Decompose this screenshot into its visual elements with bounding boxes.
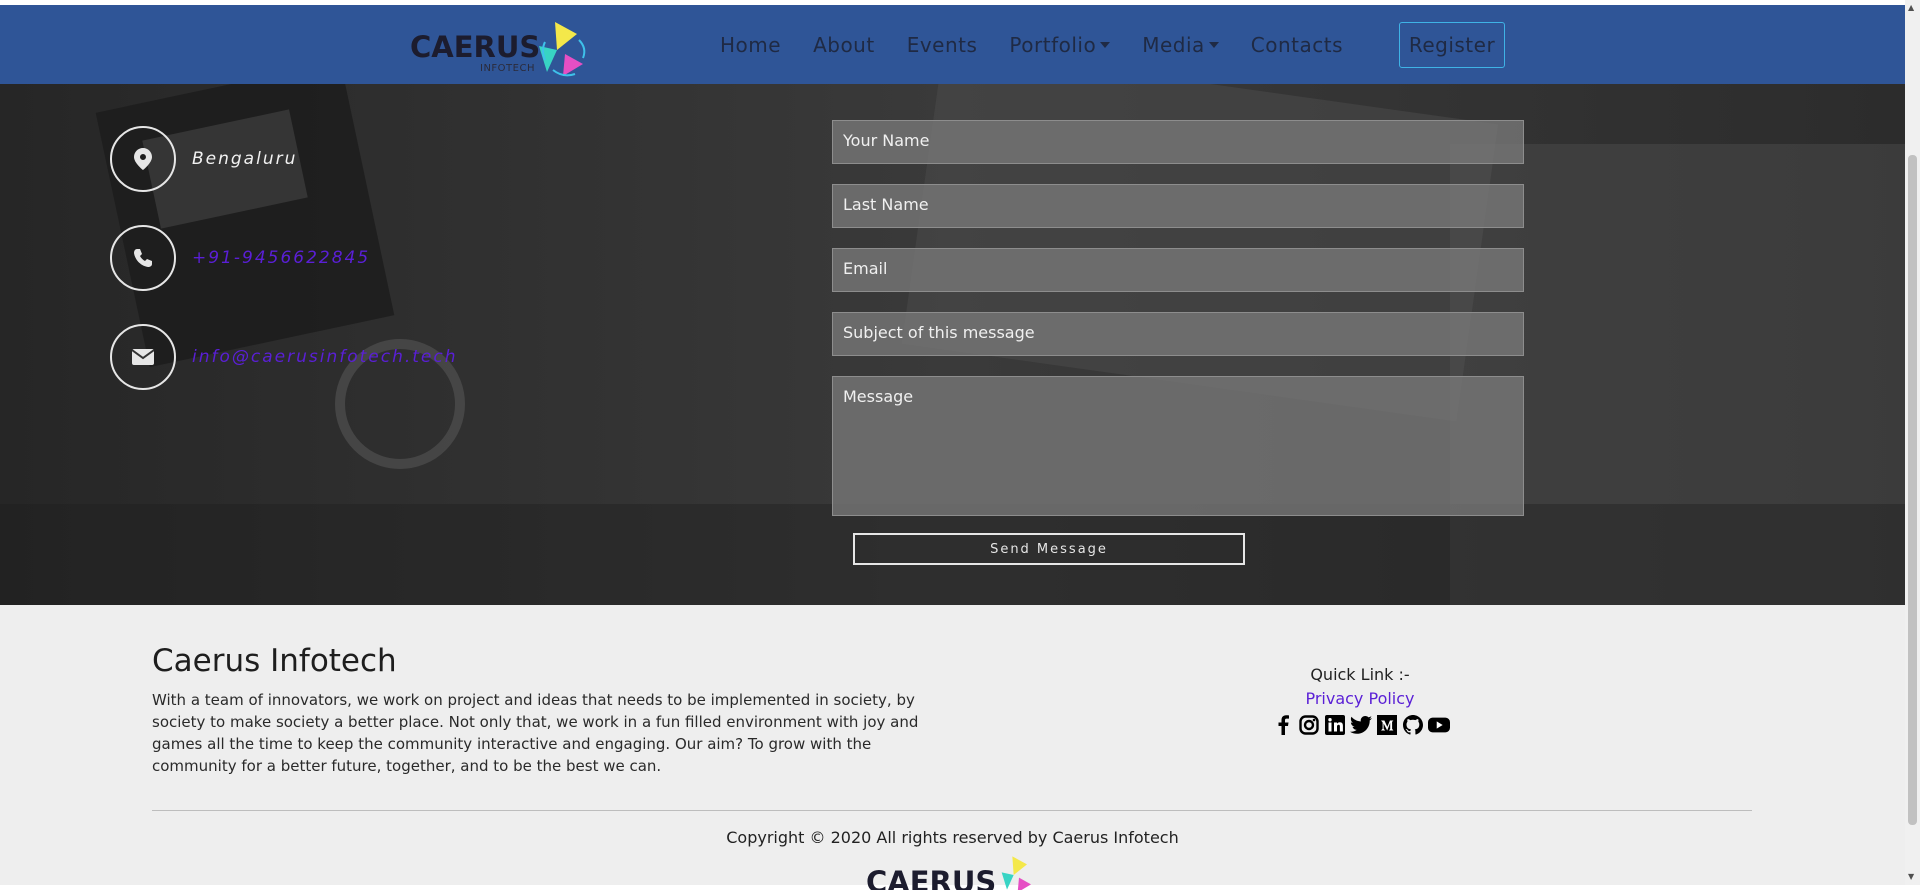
nav-contacts-label: Contacts — [1250, 32, 1344, 57]
youtube-icon[interactable] — [1428, 714, 1450, 736]
footer-description: With a team of innovators, we work on pr… — [152, 691, 919, 775]
page-scrollbar[interactable]: ▲ ▼ — [1905, 0, 1920, 885]
quick-link-label: Quick Link :- — [1310, 665, 1410, 684]
footer-divider — [152, 810, 1752, 811]
instagram-icon[interactable] — [1298, 714, 1320, 736]
email-circle — [110, 324, 176, 390]
brand-sub: INFOTECH — [480, 63, 535, 74]
privacy-policy-link[interactable]: Privacy Policy — [1260, 689, 1460, 708]
location-text: Bengaluru — [192, 149, 298, 169]
send-message-button[interactable]: Send Message — [853, 533, 1245, 565]
phone-circle — [110, 225, 176, 291]
location-circle — [110, 126, 176, 192]
scroll-up-arrow-icon[interactable]: ▲ — [1908, 3, 1914, 12]
nav-portfolio-label: Portfolio — [1009, 32, 1097, 57]
phone-link[interactable]: +91-9456622845 — [192, 248, 370, 268]
nav-home-label: Home — [720, 32, 782, 57]
scrollbar-thumb[interactable] — [1908, 155, 1917, 825]
nav-portfolio-dropdown[interactable]: Portfolio — [1009, 32, 1111, 57]
copyright-text: Copyright © 2020 All rights reserved by … — [726, 828, 1179, 847]
email-link[interactable]: info@caerusinfotech.tech — [192, 347, 458, 367]
navbar: CAERUS INFOTECH Home About Events Portfo… — [0, 5, 1905, 84]
phone-info: +91-9456622845 — [110, 225, 370, 291]
main-nav: Home About Events Portfolio Media Contac… — [720, 5, 1375, 84]
github-icon[interactable] — [1402, 714, 1424, 736]
first-name-field[interactable]: Your Name — [832, 120, 1524, 164]
linkedin-icon[interactable] — [1324, 714, 1346, 736]
nav-about[interactable]: About — [813, 33, 875, 57]
nav-about-label: About — [813, 32, 875, 57]
footer-brand-name: CAERUS — [866, 865, 997, 890]
email-info: info@caerusinfotech.tech — [110, 324, 458, 390]
nav-events-label: Events — [906, 32, 978, 57]
message-textarea[interactable]: Message — [832, 376, 1524, 516]
brand-logo[interactable]: CAERUS INFOTECH — [410, 20, 590, 80]
phone-icon — [134, 249, 152, 267]
map-pin-icon — [134, 148, 152, 170]
nav-contacts[interactable]: Contacts — [1251, 33, 1343, 57]
contact-section: Bengaluru +91-9456622845 info@caerusinfo… — [0, 84, 1905, 605]
scroll-down-arrow-icon[interactable]: ▼ — [1908, 872, 1914, 881]
nav-media-dropdown[interactable]: Media — [1142, 33, 1219, 57]
caret-down-icon — [1100, 41, 1111, 48]
envelope-icon — [132, 349, 154, 365]
footer: Caerus Infotech With a team of innovator… — [0, 605, 1905, 890]
register-button[interactable]: Register — [1399, 22, 1505, 68]
facebook-icon[interactable] — [1272, 714, 1294, 736]
last-name-field[interactable]: Last Name — [832, 184, 1524, 228]
caret-down-icon — [1208, 41, 1219, 48]
logo-triangles-icon — [539, 22, 586, 77]
nav-events[interactable]: Events — [907, 33, 978, 57]
twitter-icon[interactable] — [1350, 714, 1372, 736]
nav-home[interactable]: Home — [720, 33, 781, 57]
nav-media-label: Media — [1142, 32, 1205, 57]
brand-name: CAERUS — [410, 30, 541, 64]
medium-icon[interactable] — [1376, 714, 1398, 736]
email-field[interactable]: Email — [832, 248, 1524, 292]
location-info: Bengaluru — [110, 126, 297, 192]
social-links — [1272, 714, 1450, 736]
subject-field[interactable]: Subject of this message — [832, 312, 1524, 356]
footer-title: Caerus Infotech — [152, 643, 397, 679]
